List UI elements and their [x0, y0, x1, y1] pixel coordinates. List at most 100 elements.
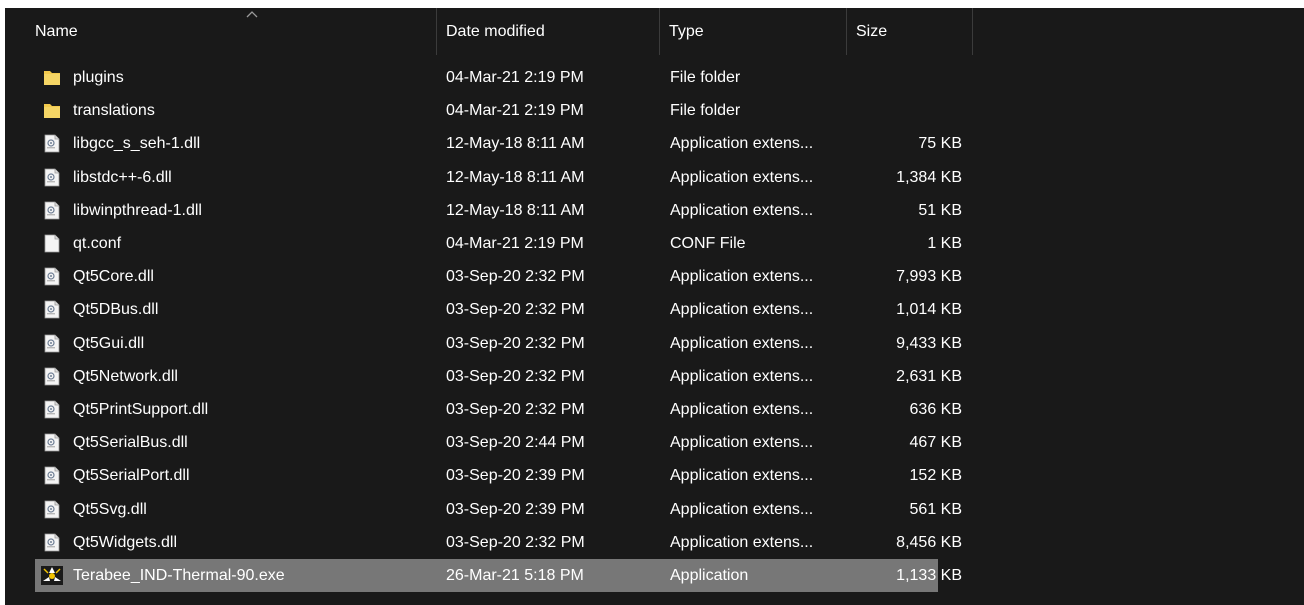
file-date-modified: 04-Mar-21 2:19 PM: [446, 69, 584, 86]
file-type: Application extens...: [670, 467, 814, 485]
file-row[interactable]: libstdc++-6.dll 12-May-18 8:11 AM Applicat…: [35, 161, 962, 194]
file-type: File folder: [670, 102, 741, 120]
file-size: 1,133 KB: [896, 567, 962, 584]
file-row[interactable]: libwinpthread-1.dll 12-May-18 8:11 AM Appl…: [35, 194, 962, 227]
file-date-modified: 03-Sep-20 2:32 PM: [446, 334, 585, 352]
file-date-modified: 12-May-18 8:11 AM: [446, 201, 585, 219]
column-header-type-label: Type: [669, 23, 704, 40]
dll-file-icon: [43, 433, 61, 452]
file-name: Qt5SerialBus.dll: [73, 434, 188, 452]
file-row[interactable]: Qt5Gui.dll 03-Sep-20 2:32 PM Application e…: [35, 327, 962, 360]
file-row[interactable]: Qt5Network.dll 03-Sep-20 2:32 PM Applicati…: [35, 360, 962, 393]
file-size: 1 KB: [927, 235, 962, 252]
file-date-modified: 03-Sep-20 2:44 PM: [446, 434, 585, 452]
dll-file-icon: [43, 466, 61, 485]
file-date-modified: 03-Sep-20 2:32 PM: [446, 268, 585, 286]
file-size: 1,014 KB: [896, 301, 962, 319]
file-name: Qt5Gui.dll: [73, 334, 145, 352]
file-date-modified: 03-Sep-20 2:32 PM: [446, 401, 585, 418]
file-row[interactable]: Qt5Svg.dll 03-Sep-20 2:39 PM Application e…: [35, 493, 962, 526]
file-name: plugins: [73, 69, 124, 86]
file-row[interactable]: Qt5PrintSupport.dll 03-Sep-20 2:32 PM Appl…: [35, 393, 962, 426]
file-size: 2,631 KB: [896, 367, 962, 385]
file-name: libwinpthread-1.dll: [73, 201, 202, 219]
file-name: Qt5Widgets.dll: [73, 533, 178, 551]
file-name: libgcc_s_seh-1.dll: [73, 135, 201, 153]
dll-file-icon: [43, 334, 61, 353]
file-type: Application extens...: [670, 533, 814, 551]
file-type: Application extens...: [670, 168, 814, 186]
column-header-bar: Name Date modified Type Size: [5, 8, 1304, 55]
file-row[interactable]: Qt5Core.dll 03-Sep-20 2:32 PM Application …: [35, 260, 962, 293]
dll-file-icon: [43, 400, 61, 419]
dll-file-icon: [43, 533, 61, 552]
file-name: Qt5PrintSupport.dll: [73, 401, 209, 418]
column-header-date-modified[interactable]: Date modified: [436, 8, 659, 55]
file-size: 51 KB: [918, 201, 962, 219]
file-type: Application extens...: [670, 367, 814, 385]
file-date-modified: 04-Mar-21 2:19 PM: [446, 235, 584, 252]
file-row[interactable]: plugins 04-Mar-21 2:19 PM File folder: [35, 61, 938, 94]
file-type: Application extens...: [670, 500, 814, 518]
file-date-modified: 12-May-18 8:11 AM: [446, 135, 585, 153]
file-type: Application extens...: [670, 201, 814, 219]
file-size: 8,456 KB: [896, 533, 962, 551]
file-name: libstdc++-6.dll: [73, 168, 172, 186]
column-header-date-label: Date modified: [446, 23, 545, 40]
sort-ascending-icon: [246, 11, 258, 18]
file-explorer-details-view: Name Date modified Type Size plugins 04-M…: [5, 8, 1304, 605]
dll-file-icon: [43, 300, 61, 319]
file-type: Application extens...: [670, 334, 814, 352]
file-size: 7,993 KB: [896, 268, 962, 286]
file-row[interactable]: translations 04-Mar-21 2:19 PM File folder: [35, 94, 938, 127]
file-size: [845, 61, 962, 94]
file-row[interactable]: Qt5DBus.dll 03-Sep-20 2:32 PM Application …: [35, 293, 962, 326]
file-date-modified: 03-Sep-20 2:32 PM: [446, 301, 585, 319]
file-row[interactable]: Qt5Widgets.dll 03-Sep-20 2:32 PM Applicati…: [35, 526, 962, 559]
file-size: 75 KB: [918, 135, 962, 153]
column-header-name-label: Name: [35, 23, 78, 40]
file-date-modified: 03-Sep-20 2:32 PM: [446, 533, 585, 551]
file-type: Application extens...: [670, 401, 814, 418]
file-size: [845, 94, 962, 127]
file-row-selected[interactable]: Terabee_IND-Thermal-90.exe 26-Mar-21 5:18…: [35, 559, 962, 592]
file-name: qt.conf: [73, 235, 122, 252]
app-exe-icon: [41, 566, 63, 585]
dll-file-icon: [43, 168, 61, 187]
folder-icon: [43, 101, 61, 120]
file-row[interactable]: Qt5SerialBus.dll 03-Sep-20 2:44 PM Applica…: [35, 426, 962, 459]
dll-file-icon: [43, 134, 61, 153]
column-header-size[interactable]: Size: [846, 8, 972, 55]
file-name: Qt5SerialPort.dll: [73, 467, 190, 485]
file-size: 636 KB: [909, 401, 962, 418]
file-type: File folder: [670, 69, 741, 86]
file-type: Application extens...: [670, 135, 814, 153]
file-row[interactable]: qt.conf 04-Mar-21 2:19 PM CONF File 1 KB: [35, 227, 962, 260]
file-name: Qt5DBus.dll: [73, 301, 159, 319]
column-header-name[interactable]: Name: [25, 8, 436, 55]
file-size: 561 KB: [909, 500, 962, 518]
file-date-modified: 04-Mar-21 2:19 PM: [446, 102, 584, 120]
file-type: Application extens...: [670, 301, 814, 319]
file-name: Terabee_IND-Thermal-90.exe: [73, 567, 285, 584]
file-name: Qt5Network.dll: [73, 367, 178, 385]
file-type: CONF File: [670, 235, 746, 252]
file-date-modified: 26-Mar-21 5:18 PM: [446, 567, 584, 584]
file-date-modified: 12-May-18 8:11 AM: [446, 168, 585, 186]
folder-icon: [43, 68, 61, 87]
file-type: Application: [670, 567, 749, 584]
file-row[interactable]: Qt5SerialPort.dll 03-Sep-20 2:39 PM Applic…: [35, 459, 962, 492]
file-date-modified: 03-Sep-20 2:39 PM: [446, 467, 585, 485]
file-date-modified: 03-Sep-20 2:32 PM: [446, 367, 585, 385]
column-header-type[interactable]: Type: [659, 8, 846, 55]
file-row[interactable]: libgcc_s_seh-1.dll 12-May-18 8:11 AM Appli…: [35, 127, 962, 160]
file-name: Qt5Core.dll: [73, 268, 154, 286]
file-type: Application extens...: [670, 434, 814, 452]
column-divider[interactable]: [972, 8, 973, 55]
file-size: 9,433 KB: [896, 334, 962, 352]
dll-file-icon: [43, 500, 61, 519]
file-size: 467 KB: [909, 434, 962, 452]
file-name: Qt5Svg.dll: [73, 500, 147, 518]
column-header-size-label: Size: [856, 23, 888, 40]
dll-file-icon: [43, 267, 61, 286]
